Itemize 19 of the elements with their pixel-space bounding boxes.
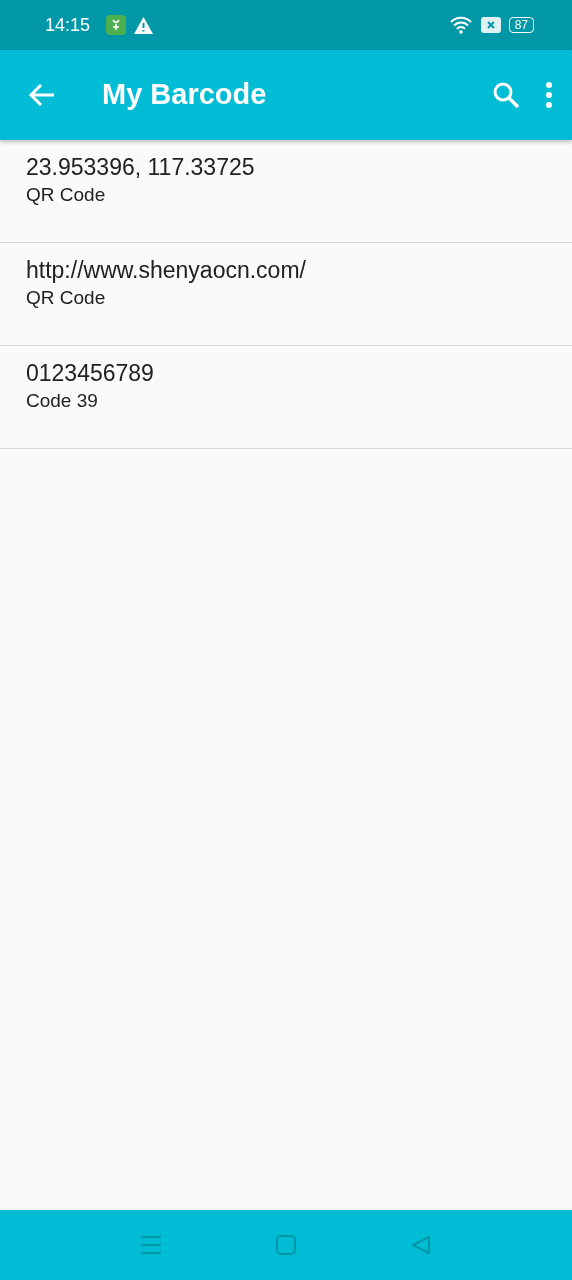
no-sim-icon [480, 17, 501, 33]
back-nav-button[interactable] [411, 1235, 431, 1255]
home-button[interactable] [276, 1235, 296, 1255]
back-button[interactable] [28, 83, 56, 107]
more-options-button[interactable] [544, 81, 554, 109]
app-notification-icon [106, 15, 127, 35]
search-button[interactable] [492, 81, 520, 109]
barcode-value: 0123456789 [26, 359, 155, 388]
battery-level: 87 [508, 17, 534, 33]
status-time: 14:15 [45, 13, 91, 37]
warning-icon [134, 16, 154, 34]
wifi-icon [448, 15, 473, 35]
barcode-format: QR Code [26, 182, 107, 207]
barcode-format: QR Code [26, 285, 107, 310]
screen-title: My Barcode [102, 77, 267, 113]
barcode-value: http://www.shenyaocn.com/ [26, 256, 307, 285]
barcode-value: 23.953396, 117.33725 [26, 153, 256, 182]
barcode-format: Code 39 [26, 388, 99, 413]
menu-button[interactable] [141, 1235, 161, 1255]
